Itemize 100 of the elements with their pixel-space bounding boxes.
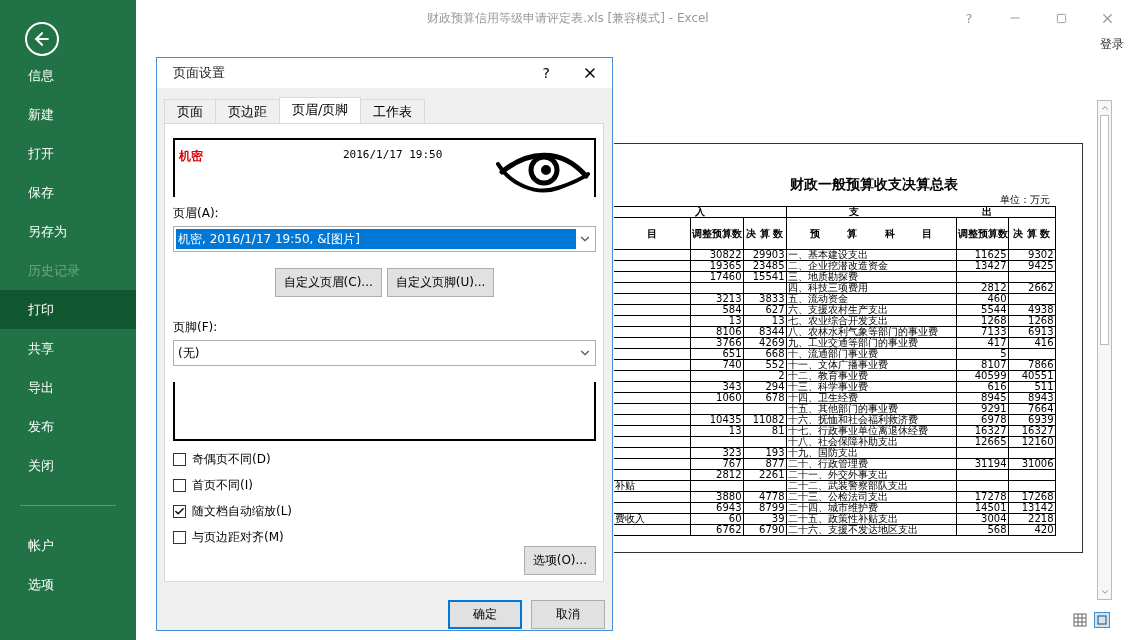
table-cell: 39 [743, 513, 787, 525]
table-cell: 费收入 [614, 513, 690, 525]
table-cell: 八、农林水利气象等部门的事业费 [786, 326, 957, 338]
table-cell: 7664 [1008, 403, 1056, 415]
sidebar-item[interactable]: 打开 [0, 134, 136, 173]
table-cell: 十一、文体广播事业费 [786, 359, 957, 371]
table-cell: 31194 [956, 458, 1009, 470]
zoom-page-icon[interactable] [1094, 612, 1110, 628]
table-cell: 6913 [1008, 326, 1056, 338]
maximize-icon[interactable] [1055, 12, 1067, 24]
sidebar-item[interactable]: 共享 [0, 329, 136, 368]
table-cell: 460 [956, 293, 1009, 305]
ok-button[interactable]: 确定 [448, 600, 522, 629]
table-cell: 29903 [743, 249, 787, 261]
table-cell: 九、工业交通等部门的事业费 [786, 337, 957, 349]
table-cell: 12665 [956, 436, 1009, 448]
sidebar-item[interactable]: 新建 [0, 95, 136, 134]
table-cell: 8943 [1008, 392, 1056, 404]
table-cell: 十四、卫生经费 [786, 392, 957, 404]
column-header: 决 算 数 [1008, 217, 1056, 250]
table-header: 入 [614, 206, 787, 218]
checkbox-label: 随文档自动缩放(L) [192, 503, 293, 520]
dropdown-field[interactable]: 机密, 2016/1/17 19:50, &[图片] [173, 226, 596, 253]
sidebar-item[interactable]: 保存 [0, 173, 136, 212]
table-cell: 81 [743, 425, 787, 437]
margins-view-icon[interactable] [1072, 612, 1088, 628]
table-cell: 4778 [743, 491, 787, 503]
table-header: 支 出 [786, 206, 1056, 218]
table-cell: 9291 [956, 403, 1009, 415]
sidebar-item[interactable]: 信息 [0, 56, 136, 95]
custom-button[interactable]: 自定义页眉(C)... [274, 268, 382, 298]
tab[interactable]: 工作表 [360, 99, 426, 123]
checkbox[interactable] [173, 479, 186, 492]
checkbox[interactable] [173, 531, 186, 544]
table-cell: 2 [743, 370, 787, 382]
table-cell: 二十四、城市维护费 [786, 502, 957, 514]
table-cell: 8106 [690, 326, 743, 338]
help-button[interactable]: ? [946, 10, 992, 26]
table-cell: 767 [690, 458, 743, 470]
back-icon[interactable] [25, 22, 59, 56]
table-cell [1008, 348, 1056, 360]
table-cell [1008, 469, 1056, 481]
scroll-up-icon[interactable] [1099, 103, 1110, 113]
table-cell: 3004 [956, 513, 1009, 525]
table-cell [690, 282, 743, 294]
table-cell: 294 [743, 381, 787, 393]
table-cell: 13 [743, 315, 787, 327]
sidebar-item[interactable]: 选项 [0, 565, 136, 604]
table-cell: 193 [743, 447, 787, 459]
table-cell: 1268 [1008, 315, 1056, 327]
table-cell: 三、地质勘探费 [786, 271, 957, 283]
checkbox-label: 奇偶页不同(D) [192, 451, 271, 468]
table-cell: 616 [956, 381, 1009, 393]
sign-in-link[interactable]: 登录 [1100, 36, 1124, 60]
sidebar-item[interactable]: 帐户 [0, 526, 136, 565]
vertical-scrollbar[interactable] [1097, 100, 1112, 600]
table-cell [956, 469, 1009, 481]
table-cell: 6978 [956, 414, 1009, 426]
column-header: 调整预算数 [690, 217, 743, 250]
sidebar-item[interactable]: 发布 [0, 407, 136, 446]
table-cell: 3880 [690, 491, 743, 503]
tab[interactable]: 页眉/页脚 [279, 97, 362, 123]
checkbox-label: 首页不同(I) [192, 477, 253, 494]
table-cell: 17460 [690, 271, 743, 283]
help-button[interactable]: ? [542, 65, 550, 81]
table-cell: 30822 [690, 249, 743, 261]
table-cell [1008, 293, 1056, 305]
cancel-button[interactable]: 取消 [531, 600, 605, 629]
table-cell: 16327 [1008, 425, 1056, 437]
table-cell [690, 436, 743, 448]
table-cell: 二十二、武装警察部队支出 [786, 480, 957, 492]
table-cell: 4269 [743, 337, 787, 349]
table-cell: 五、流动资金 [786, 293, 957, 305]
custom-button[interactable]: 自定义页脚(U)... [386, 268, 495, 298]
table-cell: 二十一、外交外事支出 [786, 469, 957, 481]
sidebar-item[interactable]: 关闭 [0, 446, 136, 485]
sidebar-item[interactable]: 打印 [0, 290, 136, 329]
table-cell [690, 403, 743, 415]
table-cell: 40599 [956, 370, 1009, 382]
table-cell: 13427 [956, 260, 1009, 272]
column-header: 目 [614, 217, 690, 250]
sidebar-item[interactable]: 导出 [0, 368, 136, 407]
options-button[interactable]: 选项(O)... [523, 546, 596, 575]
checkbox[interactable] [173, 505, 186, 518]
tab[interactable]: 页面 [164, 99, 216, 123]
table-cell [743, 436, 787, 448]
table-cell: 6939 [1008, 414, 1056, 426]
scroll-down-icon[interactable] [1099, 587, 1110, 597]
table-cell [1008, 447, 1056, 459]
table-cell: 8945 [956, 392, 1009, 404]
table-cell: 5544 [956, 304, 1009, 316]
column-header: 决 算 数 [743, 217, 787, 250]
table-cell: 9302 [1008, 249, 1056, 261]
dropdown-field[interactable]: (无) [173, 340, 596, 367]
sidebar-item[interactable]: 另存为 [0, 212, 136, 251]
table-cell: 1268 [956, 315, 1009, 327]
table-cell: 2812 [956, 282, 1009, 294]
table-cell: 12160 [1008, 436, 1056, 448]
checkbox[interactable] [173, 453, 186, 466]
table-cell: 2812 [690, 469, 743, 481]
